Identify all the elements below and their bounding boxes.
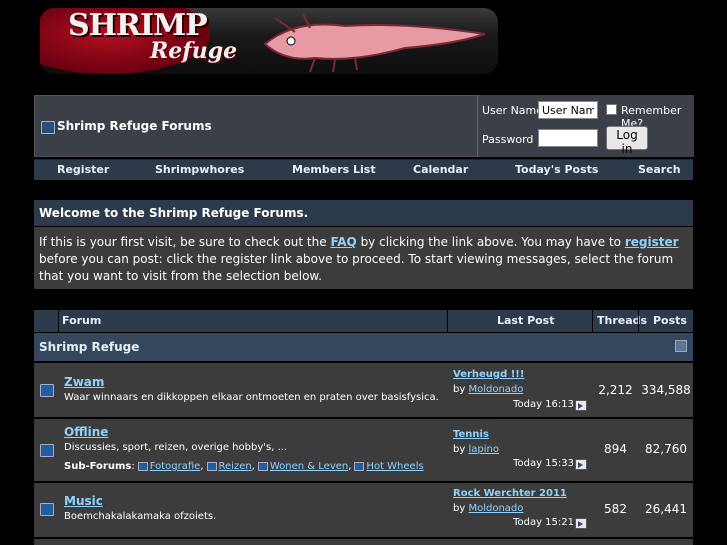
site-logo[interactable]: SHRIMP Refuge [40, 8, 498, 74]
welcome-header: Welcome to the Shrimp Refuge Forums. [34, 200, 693, 226]
subforum-link[interactable]: Wonen & Leven [270, 461, 348, 472]
collapse-icon[interactable] [675, 340, 687, 352]
forum-status-icon [40, 503, 54, 516]
welcome-text: If this is your first visit, be sure to … [39, 235, 679, 283]
nav-search[interactable]: Search [638, 163, 681, 176]
divider [447, 310, 448, 332]
forum-table-header: Forum Last Post Threads Posts [34, 310, 693, 332]
forum-status-icon [40, 384, 54, 397]
forum-description: Boemchakalakamaka ofzoiets. [64, 511, 217, 522]
go-to-last-post-icon[interactable] [575, 459, 587, 470]
last-post-author-link[interactable]: lapino [468, 444, 499, 455]
last-post-time: Today 15:21 [513, 517, 574, 528]
login-button[interactable]: Log in [606, 126, 648, 156]
forum-description: Waar winnaars en dikkoppen elkaar ontmoe… [64, 392, 439, 403]
subforum-link[interactable]: Fotografie [150, 461, 201, 472]
password-input[interactable] [538, 129, 598, 147]
shrimp-illustration [263, 14, 486, 73]
last-post-title-link[interactable]: Rock Werchter 2011 [453, 488, 567, 499]
subforum-icon [257, 461, 268, 471]
forum-row [34, 539, 693, 545]
subforums-list: Sub-Forums: Fotografie, Reizen, Wonen & Lev… [64, 461, 424, 472]
forum-title-link[interactable]: Offline [64, 425, 108, 439]
forum-description: Discussies, sport, reizen, overige hobby… [64, 442, 288, 453]
divider [638, 310, 639, 332]
last-post-title-link[interactable]: Verheugd !!! [453, 369, 524, 380]
col-posts: Posts [653, 314, 687, 327]
nav-members-list[interactable]: Members List [292, 163, 376, 176]
col-forum: Forum [62, 314, 102, 327]
nav-todays-posts[interactable]: Today's Posts [515, 163, 598, 176]
nav-arrow-icon [41, 121, 55, 134]
thread-count: 894 [604, 442, 627, 456]
username-input[interactable] [538, 101, 598, 119]
post-count: 26,441 [645, 502, 687, 516]
remember-me-checkbox[interactable] [606, 104, 617, 115]
subforum-link[interactable]: Hot Wheels [366, 461, 423, 472]
col-last-post: Last Post [497, 314, 555, 327]
password-label: Password [482, 133, 534, 146]
forum-title-link[interactable]: Zwam [64, 375, 104, 389]
go-to-last-post-icon[interactable] [575, 518, 587, 529]
subforum-link[interactable]: Reizen [219, 461, 252, 472]
divider [592, 310, 593, 332]
welcome-title: Welcome to the Shrimp Refuge Forums. [39, 206, 309, 220]
divider [58, 310, 59, 332]
subforum-icon [354, 461, 365, 471]
faq-link[interactable]: FAQ [330, 235, 356, 249]
last-post-time: Today 15:33 [513, 458, 574, 469]
forum-row: Offline Discussies, sport, reizen, overi… [34, 419, 693, 481]
register-link[interactable]: register [625, 235, 679, 249]
forum-status-icon [40, 444, 54, 457]
logo-text-line2: Refuge [150, 38, 238, 64]
username-label: User Name [482, 104, 544, 117]
last-post-author-link[interactable]: Moldonado [468, 384, 523, 395]
col-threads: Threads [597, 314, 648, 327]
last-post-title-link[interactable]: Tennis [453, 429, 489, 440]
navbar: Register Shrimpwhores Members List Calen… [34, 159, 693, 180]
nav-shrimpwhores[interactable]: Shrimpwhores [155, 163, 244, 176]
welcome-body: If this is your first visit, be sure to … [34, 227, 693, 289]
last-post-author-link[interactable]: Moldonado [468, 503, 523, 514]
forum-row: Zwam Waar winnaars en dikkoppen elkaar o… [34, 363, 693, 417]
thread-count: 582 [604, 502, 627, 516]
subforum-icon [137, 461, 148, 471]
post-count: 334,588 [641, 383, 691, 397]
post-count: 82,760 [645, 442, 687, 456]
forum-row: Music Boemchakalakamaka ofzoiets. Rock W… [34, 483, 693, 537]
nav-calendar[interactable]: Calendar [413, 163, 468, 176]
go-to-last-post-icon[interactable] [575, 400, 587, 411]
nav-register[interactable]: Register [57, 163, 109, 176]
category-title[interactable]: Shrimp Refuge [39, 340, 139, 354]
forum-title-link[interactable]: Music [64, 494, 103, 508]
subforum-icon [206, 461, 217, 471]
last-post-time: Today 16:13 [513, 399, 574, 410]
thread-count: 2,212 [598, 383, 633, 397]
login-box: User Name Remember Me? Password Log in [477, 95, 694, 157]
category-row: Shrimp Refuge [34, 333, 693, 361]
forum-home-title[interactable]: Shrimp Refuge Forums [57, 119, 212, 133]
